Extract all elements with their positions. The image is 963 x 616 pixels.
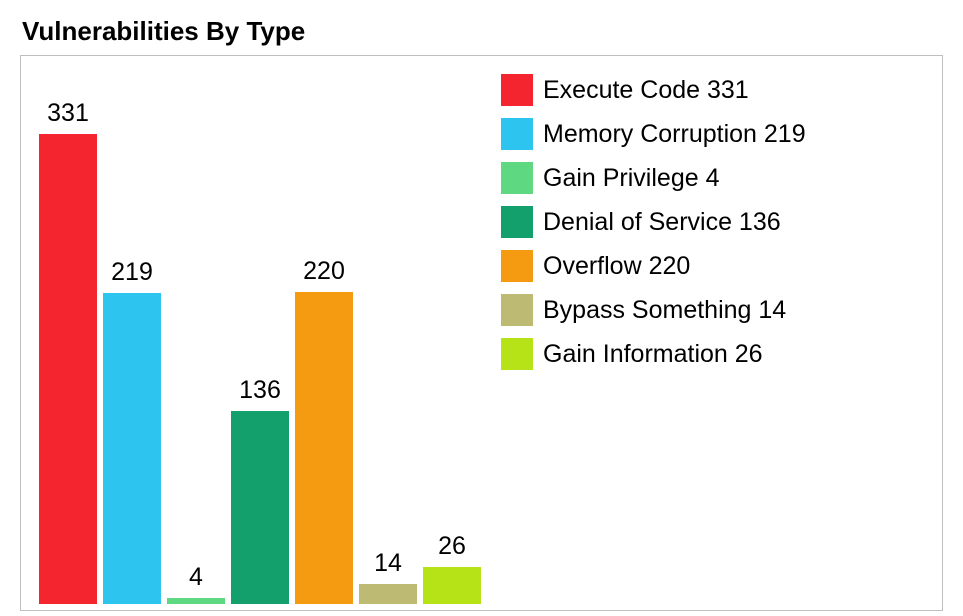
bar-wrap: 4 [167,563,225,604]
bar-value-label: 219 [111,258,153,287]
bar [359,584,417,604]
bar-wrap: 220 [295,257,353,604]
plot-area: 331 219 4 136 220 14 26 [21,56,491,610]
legend-item: Execute Code 331 [501,74,932,106]
bar-value-label: 331 [47,99,89,128]
legend-item: Bypass Something 14 [501,294,932,326]
bar-wrap: 219 [103,258,161,604]
bar [295,292,353,604]
legend-swatch [501,250,533,282]
legend-swatch [501,294,533,326]
legend-swatch [501,338,533,370]
bar [167,598,225,604]
legend-swatch [501,118,533,150]
bar-wrap: 331 [39,99,97,604]
chart-frame: 331 219 4 136 220 14 26 Execute Code 331 Memory… [20,55,943,611]
legend-swatch [501,74,533,106]
legend-swatch [501,162,533,194]
bar-value-label: 26 [438,532,466,561]
legend-label: Bypass Something 14 [543,296,786,325]
bar-value-label: 4 [189,563,203,592]
legend-item: Gain Information 26 [501,338,932,370]
bar-wrap: 136 [231,376,289,604]
chart-title: Vulnerabilities By Type [22,16,943,47]
legend-label: Execute Code 331 [543,76,749,105]
bar-wrap: 14 [359,549,417,604]
legend-label: Memory Corruption 219 [543,120,806,149]
legend-label: Overflow 220 [543,252,690,281]
legend-item: Memory Corruption 219 [501,118,932,150]
bar [103,293,161,604]
legend-item: Denial of Service 136 [501,206,932,238]
legend-swatch [501,206,533,238]
legend-label: Gain Information 26 [543,340,763,369]
bar [39,134,97,604]
legend-label: Denial of Service 136 [543,208,781,237]
bar-value-label: 136 [239,376,281,405]
legend-label: Gain Privilege 4 [543,164,719,193]
bars-container: 331 219 4 136 220 14 26 [39,74,479,604]
bar [423,567,481,604]
legend-item: Overflow 220 [501,250,932,282]
bar [231,411,289,604]
legend-item: Gain Privilege 4 [501,162,932,194]
bar-wrap: 26 [423,532,481,604]
bar-value-label: 220 [303,257,345,286]
legend: Execute Code 331 Memory Corruption 219 Gai… [491,56,942,610]
bar-value-label: 14 [374,549,402,578]
